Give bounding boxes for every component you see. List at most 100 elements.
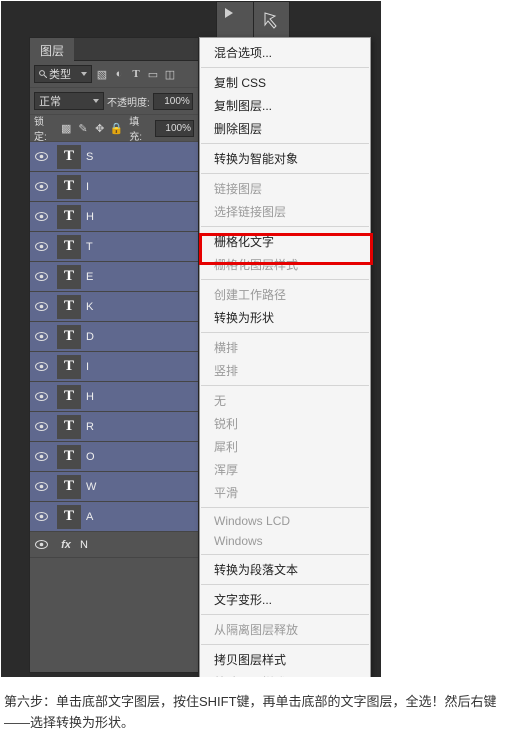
visibility-icon[interactable] — [30, 212, 52, 221]
visibility-icon[interactable] — [30, 152, 52, 161]
layer-row[interactable]: TK — [30, 292, 198, 322]
visibility-icon[interactable] — [30, 392, 52, 401]
layer-row[interactable]: TI — [30, 172, 198, 202]
text-layer-thumb: T — [57, 385, 81, 409]
layer-row[interactable]: TW — [30, 472, 198, 502]
mi-copy-css[interactable]: 复制 CSS — [200, 71, 370, 94]
layer-row[interactable]: TS — [30, 142, 198, 172]
fill-value: 100% — [165, 123, 191, 134]
opacity-field[interactable]: 100% — [153, 93, 193, 110]
mi-strong: 浑厚 — [200, 458, 370, 481]
panel-tab-layers[interactable]: 图层 — [30, 38, 74, 63]
layers-panel: 图层 类型 ▧ ◐ T ▭ ◫ 正常 不透明度: 100% — [29, 37, 199, 673]
toolbar-button[interactable] — [216, 1, 254, 39]
lock-label: 锁定: — [34, 113, 56, 143]
menu-separator — [201, 385, 369, 386]
mi-dup-layer[interactable]: 复制图层... — [200, 94, 370, 117]
filter-adjust-icon[interactable]: ◐ — [112, 67, 126, 81]
lock-all-icon[interactable]: 🔒 — [110, 121, 124, 135]
layer-row[interactable]: TA — [30, 502, 198, 532]
layer-name: W — [86, 481, 198, 493]
fx-thumb: fx — [57, 536, 75, 554]
text-layer-thumb: T — [57, 205, 81, 229]
layer-name: K — [86, 301, 198, 313]
kind-label: 类型 — [49, 66, 71, 82]
mi-blend-options[interactable]: 混合选项... — [200, 41, 370, 64]
layer-row[interactable]: TR — [30, 412, 198, 442]
layers-list: TSTITHTTTETKTDTITHTRTOTWTAfxN — [30, 142, 198, 558]
layer-row[interactable]: TH — [30, 382, 198, 412]
kind-select[interactable]: 类型 — [34, 65, 92, 83]
mi-win: Windows — [200, 531, 370, 551]
mi-crisp: 犀利 — [200, 435, 370, 458]
fill-field[interactable]: 100% — [155, 120, 194, 137]
visibility-icon[interactable] — [30, 362, 52, 371]
mi-warp[interactable]: 文字变形... — [200, 588, 370, 611]
screenshot-area: 图层 类型 ▧ ◐ T ▭ ◫ 正常 不透明度: 100% — [1, 1, 381, 677]
mi-win-lcd: Windows LCD — [200, 511, 370, 531]
mi-to-shape[interactable]: 转换为形状 — [200, 306, 370, 329]
lock-transparent-icon[interactable]: ▩ — [59, 121, 73, 135]
fill-label: 填充: — [129, 113, 151, 143]
text-layer-thumb: T — [57, 355, 81, 379]
filter-row: 类型 ▧ ◐ T ▭ ◫ — [30, 61, 198, 88]
text-layer-thumb: T — [57, 265, 81, 289]
text-layer-thumb: T — [57, 235, 81, 259]
menu-separator — [201, 226, 369, 227]
layer-name: H — [86, 211, 198, 223]
layer-name: H — [86, 391, 198, 403]
visibility-icon[interactable] — [30, 332, 52, 341]
menu-separator — [201, 554, 369, 555]
visibility-icon[interactable] — [30, 302, 52, 311]
visibility-icon[interactable] — [30, 540, 52, 549]
toolbar-button-2[interactable] — [253, 1, 290, 39]
mi-to-smart[interactable]: 转换为智能对象 — [200, 147, 370, 170]
text-layer-thumb: T — [57, 325, 81, 349]
menu-separator — [201, 507, 369, 508]
mi-horiz: 横排 — [200, 336, 370, 359]
filter-smart-icon[interactable]: ◫ — [163, 67, 177, 81]
menu-separator — [201, 332, 369, 333]
visibility-icon[interactable] — [30, 482, 52, 491]
layer-row[interactable]: TE — [30, 262, 198, 292]
layer-name: S — [86, 151, 198, 163]
blend-mode-select[interactable]: 正常 — [34, 92, 104, 110]
blend-mode-value: 正常 — [39, 93, 61, 109]
mi-raster-text[interactable]: 栅格化文字 — [200, 230, 370, 253]
menu-separator — [201, 584, 369, 585]
layer-name: A — [86, 511, 198, 523]
lock-brush-icon[interactable]: ✎ — [76, 121, 90, 135]
layer-row[interactable]: TT — [30, 232, 198, 262]
layer-name: T — [86, 241, 198, 253]
filter-shape-icon[interactable]: ▭ — [146, 67, 160, 81]
tool-icon — [262, 10, 282, 30]
chevron-down-icon — [81, 72, 87, 76]
text-layer-thumb: T — [57, 295, 81, 319]
visibility-icon[interactable] — [30, 422, 52, 431]
menu-separator — [201, 143, 369, 144]
layer-row[interactable]: TO — [30, 442, 198, 472]
mi-vert: 竖排 — [200, 359, 370, 382]
layer-row[interactable]: TH — [30, 202, 198, 232]
menu-separator — [201, 67, 369, 68]
visibility-icon[interactable] — [30, 182, 52, 191]
filter-text-icon[interactable]: T — [129, 67, 143, 81]
mi-del-layer[interactable]: 删除图层 — [200, 117, 370, 140]
layer-context-menu: 混合选项... 复制 CSS 复制图层... 删除图层 转换为智能对象 链接图层… — [199, 37, 371, 677]
panel-tab-bar: 图层 — [30, 38, 198, 61]
mi-copy-style[interactable]: 拷贝图层样式 — [200, 648, 370, 671]
mi-to-para[interactable]: 转换为段落文本 — [200, 558, 370, 581]
text-layer-thumb: T — [57, 475, 81, 499]
visibility-icon[interactable] — [30, 512, 52, 521]
visibility-icon[interactable] — [30, 452, 52, 461]
visibility-icon[interactable] — [30, 272, 52, 281]
chevron-down-icon — [93, 99, 99, 103]
layer-row[interactable]: fxN — [30, 532, 198, 558]
lock-position-icon[interactable]: ✥ — [93, 121, 107, 135]
search-icon — [39, 70, 47, 78]
visibility-icon[interactable] — [30, 242, 52, 251]
filter-pixel-icon[interactable]: ▧ — [95, 67, 109, 81]
mi-paste-style[interactable]: 粘贴图层样式 — [200, 671, 370, 677]
layer-row[interactable]: TD — [30, 322, 198, 352]
layer-row[interactable]: TI — [30, 352, 198, 382]
